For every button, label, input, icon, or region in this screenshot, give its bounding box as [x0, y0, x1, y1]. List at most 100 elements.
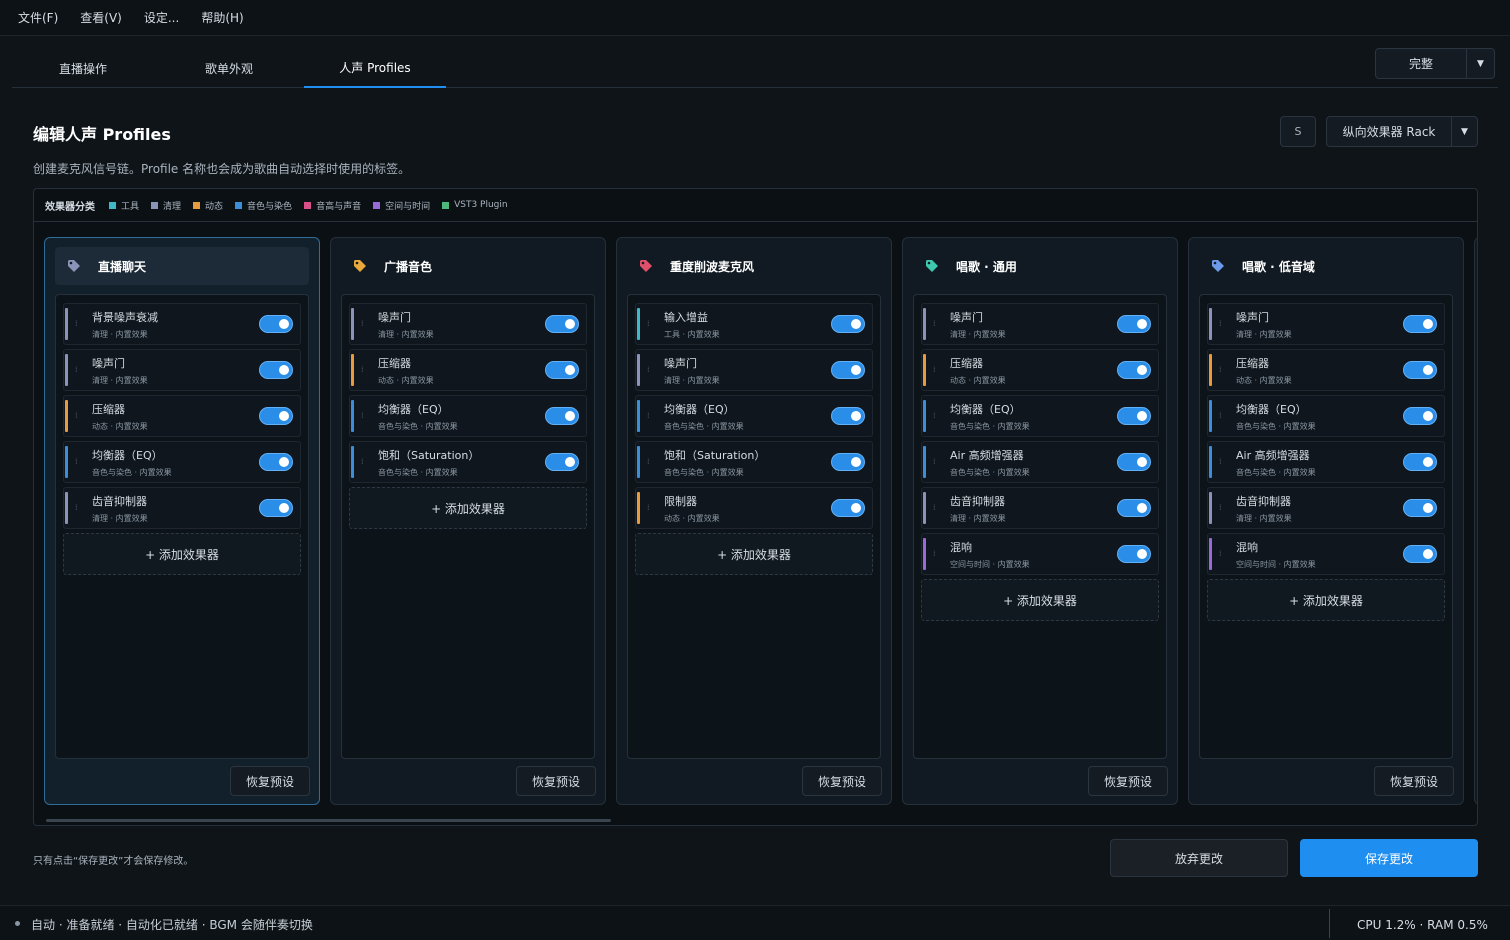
effect-item[interactable]: ⁞ 均衡器（EQ） 音色与染色 · 内置效果 — [63, 441, 301, 483]
drag-handle-icon[interactable]: ⁞ — [647, 319, 651, 328]
profile-card-header[interactable]: 重度削波麦克风 — [627, 247, 881, 285]
add-effect-button[interactable]: + 添加效果器 — [635, 533, 873, 575]
effect-enable-toggle[interactable] — [1117, 361, 1151, 379]
effect-enable-toggle[interactable] — [831, 499, 865, 517]
drag-handle-icon[interactable]: ⁞ — [361, 365, 365, 374]
effect-item[interactable]: ⁞ Air 高频增强器 音色与染色 · 内置效果 — [1207, 441, 1445, 483]
effect-enable-toggle[interactable] — [831, 315, 865, 333]
effect-item[interactable]: ⁞ 输入增益 工具 · 内置效果 — [635, 303, 873, 345]
s-button[interactable]: S — [1280, 116, 1316, 147]
drag-handle-icon[interactable]: ⁞ — [933, 549, 937, 558]
rack-button[interactable]: 纵向效果器 Rack — [1327, 117, 1451, 146]
effect-enable-toggle[interactable] — [1117, 545, 1151, 563]
drag-handle-icon[interactable]: ⁞ — [75, 457, 79, 466]
effect-item[interactable]: ⁞ 噪声门 清理 · 内置效果 — [63, 349, 301, 391]
drag-handle-icon[interactable]: ⁞ — [933, 503, 937, 512]
effect-enable-toggle[interactable] — [1403, 499, 1437, 517]
profile-card-header[interactable]: 唱歌 · 通用 — [913, 247, 1167, 285]
horizontal-scrollbar[interactable] — [46, 819, 611, 822]
effect-item[interactable]: ⁞ 压缩器 动态 · 内置效果 — [1207, 349, 1445, 391]
reset-preset-button[interactable]: 恢复预设 — [516, 766, 596, 796]
mode-button[interactable]: 完整 — [1376, 49, 1466, 78]
tab-live-control[interactable]: 直播操作 — [12, 48, 154, 88]
effect-item[interactable]: ⁞ 齿音抑制器 清理 · 内置效果 — [1207, 487, 1445, 529]
drag-handle-icon[interactable]: ⁞ — [647, 365, 651, 374]
profile-card[interactable]: 唱歌 · 通用 ⁞ 噪声门 清理 · 内置效果 ⁞ 压缩器 动态 · 内置效果 ⁞ 均衡器（EQ… — [902, 237, 1178, 805]
effect-enable-toggle[interactable] — [831, 453, 865, 471]
menu-view[interactable]: 查看(V) — [80, 9, 122, 26]
effect-item[interactable]: ⁞ 均衡器（EQ） 音色与染色 · 内置效果 — [921, 395, 1159, 437]
effect-item[interactable]: ⁞ 混响 空间与时间 · 内置效果 — [921, 533, 1159, 575]
effect-enable-toggle[interactable] — [259, 407, 293, 425]
effect-item[interactable]: ⁞ 噪声门 清理 · 内置效果 — [635, 349, 873, 391]
effect-item[interactable]: ⁞ 齿音抑制器 清理 · 内置效果 — [63, 487, 301, 529]
effect-enable-toggle[interactable] — [545, 361, 579, 379]
effect-enable-toggle[interactable] — [545, 453, 579, 471]
profile-card[interactable]: 广播音色 ⁞ 噪声门 清理 · 内置效果 ⁞ 压缩器 动态 · 内置效果 ⁞ 均衡器（EQ） 音色… — [330, 237, 606, 805]
drag-handle-icon[interactable]: ⁞ — [1219, 365, 1223, 374]
rack-dropdown-arrow[interactable]: ▼ — [1451, 117, 1477, 146]
add-effect-button[interactable]: + 添加效果器 — [921, 579, 1159, 621]
drag-handle-icon[interactable]: ⁞ — [933, 411, 937, 420]
effect-item[interactable]: ⁞ 齿音抑制器 清理 · 内置效果 — [921, 487, 1159, 529]
save-changes-button[interactable]: 保存更改 — [1300, 839, 1478, 877]
effect-enable-toggle[interactable] — [545, 407, 579, 425]
effect-item[interactable]: ⁞ 混响 空间与时间 · 内置效果 — [1207, 533, 1445, 575]
effect-item[interactable]: ⁞ 压缩器 动态 · 内置效果 — [63, 395, 301, 437]
drag-handle-icon[interactable]: ⁞ — [1219, 457, 1223, 466]
effect-enable-toggle[interactable] — [259, 499, 293, 517]
effect-enable-toggle[interactable] — [1403, 315, 1437, 333]
reset-preset-button[interactable]: 恢复预设 — [1374, 766, 1454, 796]
tab-playlist-appearance[interactable]: 歌单外观 — [158, 48, 300, 88]
effect-enable-toggle[interactable] — [1403, 545, 1437, 563]
profile-card[interactable]: 重度削波麦克风 ⁞ 输入增益 工具 · 内置效果 ⁞ 噪声门 清理 · 内置效果 ⁞ 均衡器（E… — [616, 237, 892, 805]
effect-item[interactable]: ⁞ 均衡器（EQ） 音色与染色 · 内置效果 — [635, 395, 873, 437]
effect-enable-toggle[interactable] — [831, 407, 865, 425]
drag-handle-icon[interactable]: ⁞ — [1219, 319, 1223, 328]
add-effect-button[interactable]: + 添加效果器 — [63, 533, 301, 575]
effect-enable-toggle[interactable] — [1403, 453, 1437, 471]
profile-card[interactable]: 唱歌 · 低音域 ⁞ 噪声门 清理 · 内置效果 ⁞ 压缩器 动态 · 内置效果 ⁞ 均衡器（E… — [1188, 237, 1464, 805]
tab-vocal-profiles[interactable]: 人声 Profiles — [304, 48, 446, 88]
effect-enable-toggle[interactable] — [1117, 453, 1151, 471]
effect-item[interactable]: ⁞ 压缩器 动态 · 内置效果 — [921, 349, 1159, 391]
profile-card-header[interactable]: 直播聊天 — [55, 247, 309, 285]
effect-enable-toggle[interactable] — [259, 315, 293, 333]
effect-item[interactable]: ⁞ 均衡器（EQ） 音色与染色 · 内置效果 — [349, 395, 587, 437]
effect-item[interactable]: ⁞ 饱和（Saturation） 音色与染色 · 内置效果 — [349, 441, 587, 483]
drag-handle-icon[interactable]: ⁞ — [647, 411, 651, 420]
menu-settings[interactable]: 设定... — [144, 9, 179, 26]
effect-item[interactable]: ⁞ 压缩器 动态 · 内置效果 — [349, 349, 587, 391]
add-effect-button[interactable]: + 添加效果器 — [1207, 579, 1445, 621]
drag-handle-icon[interactable]: ⁞ — [647, 457, 651, 466]
drag-handle-icon[interactable]: ⁞ — [75, 319, 79, 328]
effect-enable-toggle[interactable] — [831, 361, 865, 379]
effect-enable-toggle[interactable] — [259, 453, 293, 471]
effect-item[interactable]: ⁞ 噪声门 清理 · 内置效果 — [1207, 303, 1445, 345]
drag-handle-icon[interactable]: ⁞ — [361, 457, 365, 466]
drag-handle-icon[interactable]: ⁞ — [361, 411, 365, 420]
drag-handle-icon[interactable]: ⁞ — [361, 319, 365, 328]
effect-enable-toggle[interactable] — [1117, 315, 1151, 333]
profile-card-header[interactable]: 唱歌 · 低音域 — [1199, 247, 1453, 285]
menu-file[interactable]: 文件(F) — [18, 9, 58, 26]
discard-changes-button[interactable]: 放弃更改 — [1110, 839, 1288, 877]
menu-help[interactable]: 帮助(H) — [201, 9, 243, 26]
effect-enable-toggle[interactable] — [259, 361, 293, 379]
profile-card-next-partial[interactable] — [1474, 237, 1477, 805]
effect-item[interactable]: ⁞ 限制器 动态 · 内置效果 — [635, 487, 873, 529]
profile-card-header[interactable]: 广播音色 — [341, 247, 595, 285]
drag-handle-icon[interactable]: ⁞ — [933, 319, 937, 328]
reset-preset-button[interactable]: 恢复预设 — [1088, 766, 1168, 796]
drag-handle-icon[interactable]: ⁞ — [933, 457, 937, 466]
effect-item[interactable]: ⁞ 均衡器（EQ） 音色与染色 · 内置效果 — [1207, 395, 1445, 437]
effect-enable-toggle[interactable] — [545, 315, 579, 333]
drag-handle-icon[interactable]: ⁞ — [75, 411, 79, 420]
mode-dropdown-arrow[interactable]: ▼ — [1466, 49, 1494, 78]
effect-item[interactable]: ⁞ 背景噪声衰减 清理 · 内置效果 — [63, 303, 301, 345]
effect-item[interactable]: ⁞ 饱和（Saturation） 音色与染色 · 内置效果 — [635, 441, 873, 483]
drag-handle-icon[interactable]: ⁞ — [75, 503, 79, 512]
effect-item[interactable]: ⁞ Air 高频增强器 音色与染色 · 内置效果 — [921, 441, 1159, 483]
reset-preset-button[interactable]: 恢复预设 — [230, 766, 310, 796]
drag-handle-icon[interactable]: ⁞ — [647, 503, 651, 512]
